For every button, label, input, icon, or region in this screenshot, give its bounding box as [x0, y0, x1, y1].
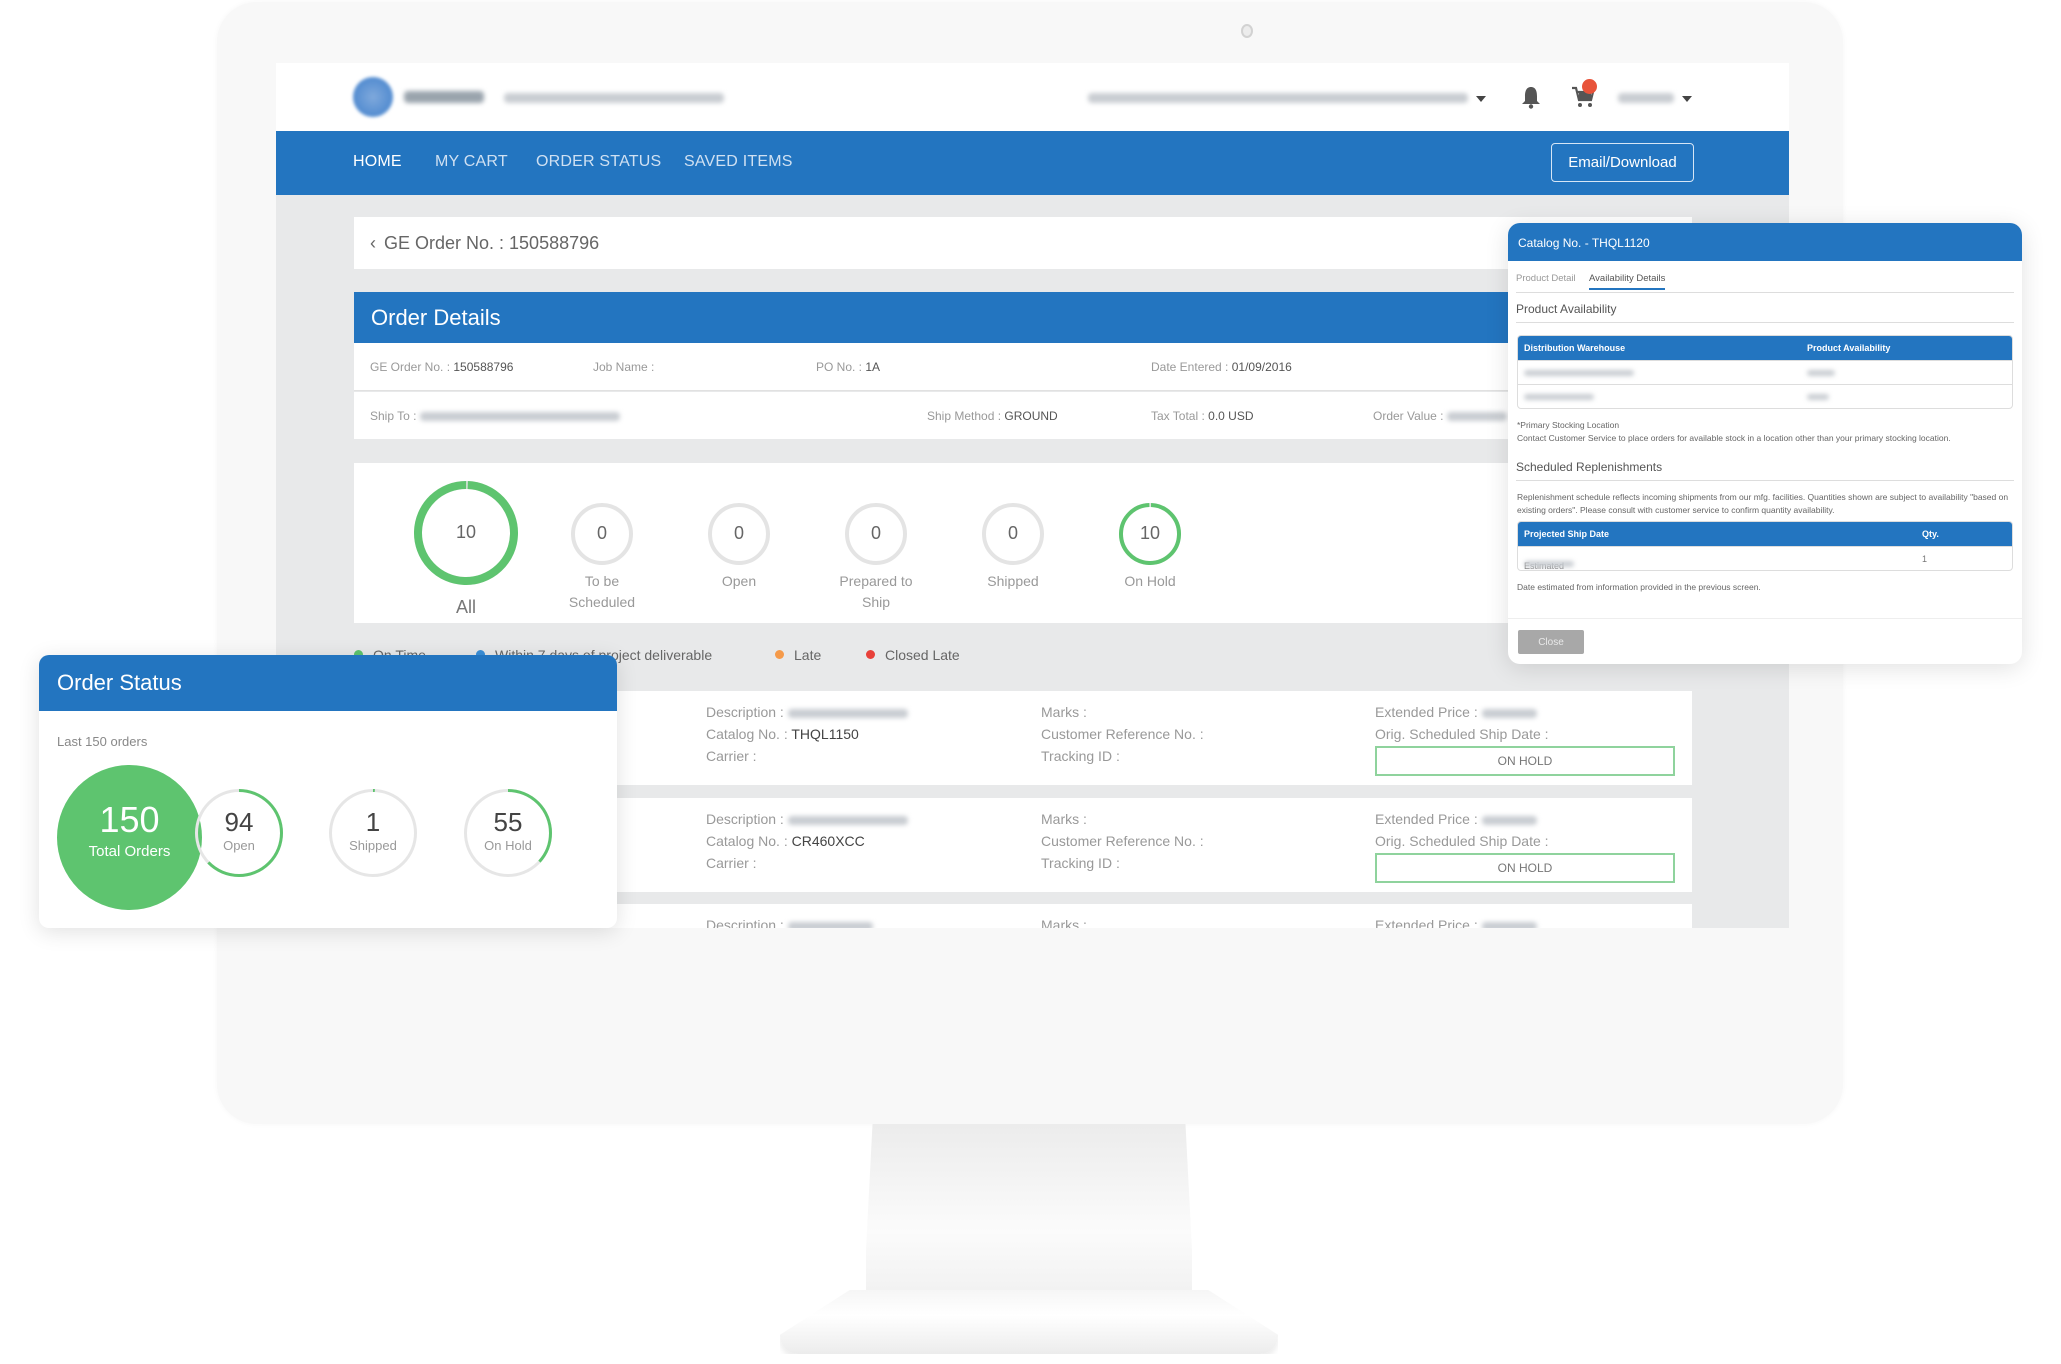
popup-tabs: Product Detail Availability Details [1516, 261, 2014, 293]
ring-label: Open [721, 573, 757, 589]
ring-label: On Hold [1124, 573, 1176, 589]
tab-product-detail[interactable]: Product Detail [1516, 273, 1576, 284]
order-value-field: Order Value : [1373, 409, 1507, 423]
replenishments-note: Replenishment schedule reflects incoming… [1517, 492, 2009, 515]
top-header [276, 63, 1789, 131]
status-badge-on-hold: ON HOLD [1375, 853, 1675, 883]
legend-dot [775, 650, 784, 659]
estimate-note: Date estimated from information provided… [1517, 582, 1761, 592]
ring-value: 55 [493, 807, 523, 837]
availability-table: Distribution Warehouse Product Availabil… [1517, 335, 2013, 409]
po-no-field: PO No. : 1A [816, 360, 881, 374]
order-status-card: Order Status Last 150 orders 150 Total O… [39, 655, 617, 928]
monitor-stand-neck [866, 1124, 1192, 1304]
replenishments-heading: Scheduled Replenishments [1516, 451, 2014, 481]
order-details-row-1: GE Order No. : 150588796 Job Name : PO N… [354, 343, 1692, 391]
user-name-blurred[interactable] [1618, 93, 1674, 103]
column-header: Projected Ship Date [1524, 529, 1610, 539]
availability-popup: Catalog No. - THQL1120 Product Detail Av… [1508, 223, 2022, 664]
order-details-title: Order Details [371, 305, 501, 330]
primary-stocking-note: *Primary Stocking Location [1517, 420, 1620, 430]
status-ring-to-be-scheduled[interactable]: 0 To be Scheduled [542, 503, 662, 613]
main-nav: HOME MY CART ORDER STATUS SAVED ITEMS Em… [276, 131, 1789, 195]
nav-my-cart[interactable]: MY CART [435, 153, 508, 171]
column-header: Product Availability [1807, 343, 1891, 353]
breadcrumb: ‹ GE Order No. : 150588796 [354, 217, 1692, 269]
order-status-ring-shipped[interactable]: 1 Shipped [329, 789, 417, 877]
order-status-title: Order Status [39, 655, 617, 711]
total-orders-badge[interactable]: 150 Total Orders [57, 765, 202, 910]
contact-service-note: Contact Customer Service to place orders… [1517, 433, 1951, 443]
ring-label: Shipped [987, 573, 1039, 589]
bell-icon[interactable] [1520, 85, 1542, 109]
brand-logo[interactable] [353, 77, 393, 117]
order-status-subtitle: Last 150 orders [57, 734, 148, 749]
ring-value: 94 [224, 807, 254, 837]
email-download-button[interactable]: Email/Download [1551, 143, 1694, 182]
tab-availability-details[interactable]: Availability Details [1589, 273, 1666, 290]
user-menu-chevron-icon[interactable] [1682, 96, 1692, 102]
legend-dot [866, 650, 875, 659]
ring-label: On Hold [484, 838, 532, 853]
ring-label: All [455, 597, 476, 617]
status-badge-on-hold: ON HOLD [1375, 746, 1675, 776]
status-ring-open[interactable]: 0 Open [679, 503, 799, 592]
ring-value: 0 [1007, 523, 1018, 543]
column-header: Qty. [1922, 529, 1939, 539]
table-row: Estimated Ship Date 1 [1518, 546, 2012, 570]
nav-order-status[interactable]: ORDER STATUS [536, 153, 661, 171]
brand-name-blurred [404, 91, 484, 103]
ring-value: 0 [596, 523, 607, 543]
nav-saved-items[interactable]: SAVED ITEMS [684, 153, 793, 171]
ring-label: To be Scheduled [568, 573, 636, 610]
breadcrumb-title: GE Order No. : 150588796 [384, 233, 600, 253]
tax-total-field: Tax Total : 0.0 USD [1151, 409, 1254, 423]
order-details-row-2: Ship To : Ship Method : GROUND Tax Total… [354, 392, 1692, 439]
catalog-number: THQL1150 [791, 726, 859, 742]
table-row [1518, 360, 2012, 384]
monitor-stand-base [780, 1290, 1278, 1354]
order-status-ring-on-hold[interactable]: 55 On Hold [464, 789, 552, 877]
ring-value: 1 [365, 807, 381, 837]
ship-to-field: Ship To : [370, 409, 620, 423]
table-row [1518, 384, 2012, 408]
nav-home[interactable]: HOME [353, 153, 402, 171]
catalog-number: CR460XCC [791, 833, 865, 849]
order-status-ring-open[interactable]: 94 Open [195, 789, 283, 877]
column-header: Distribution Warehouse [1524, 343, 1626, 353]
status-ring-all[interactable]: 10 All [406, 481, 526, 618]
brand-tagline-blurred [504, 93, 724, 103]
status-summary-card: 10 All 0 To be Scheduled 0 Open 0 Prepared to S… [354, 463, 1692, 623]
product-availability-heading: Product Availability [1516, 293, 2014, 323]
order-details-header: Order Details [354, 292, 1692, 343]
status-ring-shipped[interactable]: 0 Shipped [953, 503, 1073, 592]
chevron-down-icon[interactable] [1476, 96, 1486, 102]
status-ring-on-hold[interactable]: 10 On Hold [1090, 503, 1210, 592]
back-chevron-icon[interactable]: ‹ [370, 233, 376, 253]
date-entered-field: Date Entered : 01/09/2016 [1151, 360, 1292, 374]
ring-value: 10 [455, 522, 477, 542]
legend-late: Late [775, 647, 821, 663]
job-name-field: Job Name : [593, 360, 655, 374]
ship-method-field: Ship Method : GROUND [927, 409, 1058, 423]
ring-label: Shipped [349, 838, 397, 853]
ring-value: 0 [733, 523, 744, 543]
ring-value: 0 [870, 523, 881, 543]
ge-order-no-field: GE Order No. : 150588796 [370, 360, 514, 374]
replenishment-table: Projected Ship Date Qty. Estimated Ship … [1517, 521, 2013, 571]
ring-value: 10 [1139, 523, 1161, 543]
status-ring-prepared-to-ship[interactable]: 0 Prepared to Ship [816, 503, 936, 613]
ring-label: Open [223, 838, 255, 853]
camera-dot [1241, 24, 1253, 38]
account-selector[interactable] [1088, 93, 1468, 103]
legend-closed-late: Closed Late [866, 647, 960, 663]
popup-title: Catalog No. - THQL1120 [1508, 223, 2022, 261]
ring-label: Prepared to Ship [839, 573, 913, 610]
cart-count-badge [1582, 79, 1597, 94]
divider [1508, 618, 2022, 619]
close-button[interactable]: Close [1518, 630, 1584, 654]
